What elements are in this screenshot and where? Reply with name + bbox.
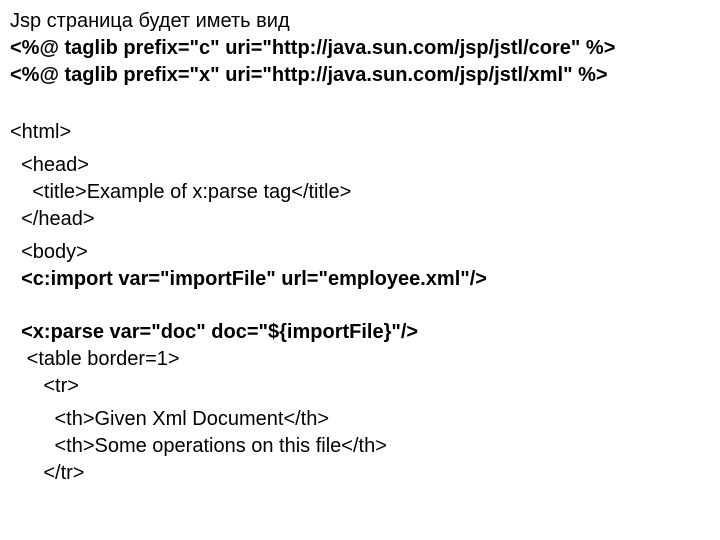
th-given: <th>Given Xml Document</th>: [10, 406, 710, 433]
tr-open: <tr>: [10, 373, 710, 400]
head-close: </head>: [10, 206, 710, 233]
head-open: <head>: [10, 152, 710, 179]
th-ops: <th>Some operations on this file</th>: [10, 433, 710, 460]
body-open: <body>: [10, 239, 710, 266]
x-parse: <x:parse var="doc" doc="${importFile}"/>: [10, 319, 710, 346]
table-open: <table border=1>: [10, 346, 710, 373]
c-import: <c:import var="importFile" url="employee…: [10, 266, 710, 293]
taglib-xml: <%@ taglib prefix="x" uri="http://java.s…: [10, 62, 710, 89]
intro-text: Jsp страница будет иметь вид: [10, 8, 710, 35]
html-open: <html>: [10, 119, 710, 146]
title-tag: <title>Example of x:parse tag</title>: [10, 179, 710, 206]
taglib-core: <%@ taglib prefix="c" uri="http://java.s…: [10, 35, 710, 62]
tr-close: </tr>: [10, 460, 710, 487]
